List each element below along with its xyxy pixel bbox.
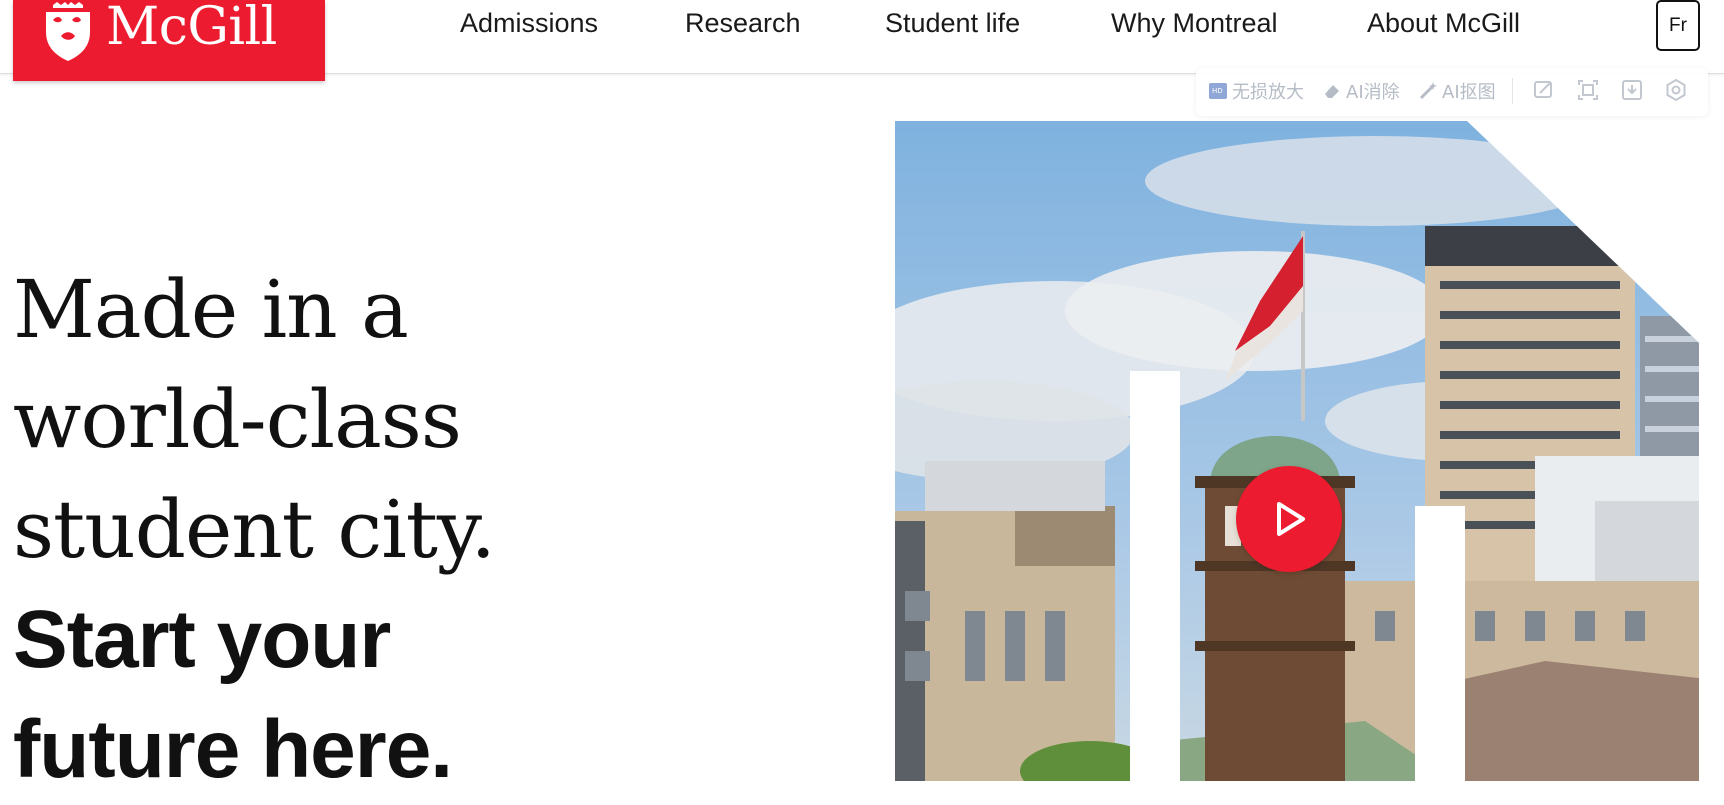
headline-serif-line-1: Made in a <box>13 263 409 356</box>
download-icon[interactable] <box>1620 78 1644 102</box>
magic-wand-icon <box>1419 82 1437 100</box>
play-icon <box>1277 502 1305 536</box>
crest-icon <box>46 2 90 61</box>
hero-campus-image <box>895 121 1699 781</box>
nav-why-montreal[interactable]: Why Montreal <box>1111 8 1278 39</box>
ai-tool-upscale[interactable]: HD 无损放大 <box>1208 78 1304 104</box>
nav-admissions[interactable]: Admissions <box>460 8 598 39</box>
play-video-button[interactable] <box>1236 466 1342 572</box>
ai-tool-erase-label: AI消除 <box>1346 82 1400 103</box>
hero-headline: Made in a world-class student city. Star… <box>13 255 613 805</box>
ai-tool-cutout[interactable]: AI抠图 <box>1418 78 1496 104</box>
nav-about-mcgill[interactable]: About McGill <box>1367 8 1520 39</box>
crop-frame-icon[interactable] <box>1576 78 1600 102</box>
hd-upscale-icon: HD <box>1209 83 1227 99</box>
ai-tool-erase[interactable]: AI消除 <box>1322 78 1400 104</box>
headline-serif-line-2: world-class <box>13 373 462 466</box>
language-toggle-button[interactable]: Fr <box>1656 0 1700 51</box>
toolbar-divider <box>1512 78 1513 104</box>
ai-tool-upscale-label: 无损放大 <box>1232 82 1304 103</box>
edit-image-icon[interactable] <box>1532 78 1556 102</box>
headline-serif-line-3: student city. <box>13 483 496 576</box>
svg-text:HD: HD <box>1212 87 1223 95</box>
nav-student-life[interactable]: Student life <box>885 8 1020 39</box>
settings-icon[interactable] <box>1664 78 1688 102</box>
mcgill-logo[interactable]: McGill <box>13 0 325 81</box>
campus-skyline-illustration <box>895 121 1699 781</box>
headline-sans-line-1: Start your <box>13 594 391 685</box>
logo-wordmark: McGill <box>106 0 277 57</box>
headline-sans-line-2: future here. <box>13 704 453 795</box>
ai-image-toolbar: HD 无损放大 AI消除 AI抠图 <box>1196 68 1708 116</box>
nav-research[interactable]: Research <box>685 8 801 39</box>
ai-tool-cutout-label: AI抠图 <box>1442 82 1496 103</box>
eraser-icon <box>1325 85 1339 98</box>
